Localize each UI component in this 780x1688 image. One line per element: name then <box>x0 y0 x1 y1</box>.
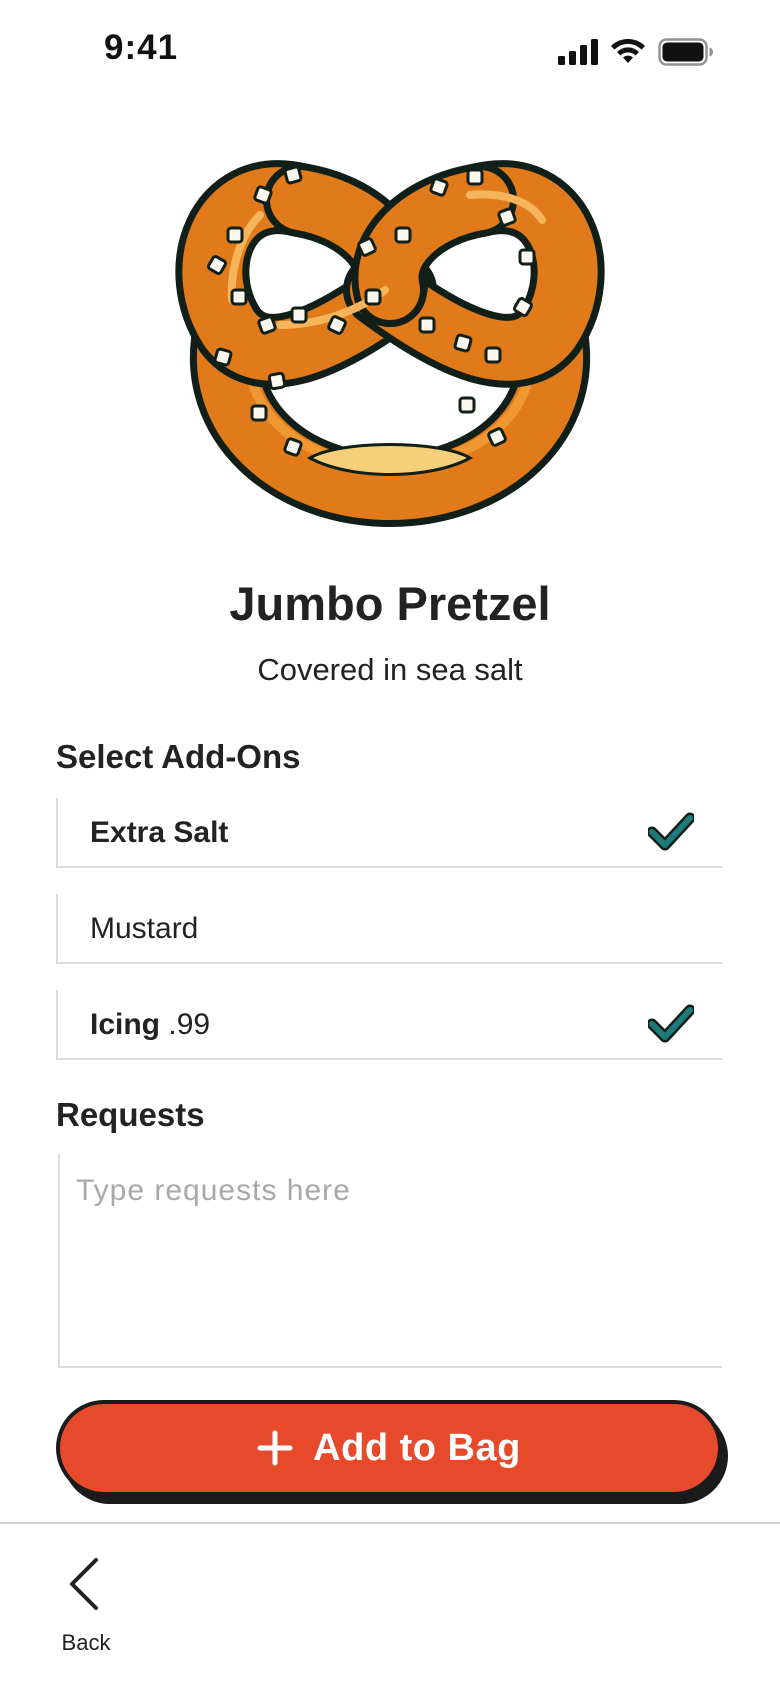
wifi-icon <box>611 39 645 63</box>
addons-heading: Select Add-Ons <box>56 738 301 775</box>
battery-icon <box>658 38 713 66</box>
pretzel-illustration <box>175 160 605 528</box>
cellular-signal-icon <box>558 39 598 65</box>
bottom-divider <box>0 1522 780 1524</box>
back-label: Back <box>61 1630 111 1655</box>
requests-heading: Requests <box>56 1096 205 1133</box>
add-to-bag-label: Add to Bag <box>313 1426 521 1469</box>
addon-row-mustard[interactable]: Mustard <box>56 894 722 964</box>
addon-name: Icing <box>90 1008 161 1041</box>
addon-name: Extra Salt <box>90 816 229 849</box>
product-subtitle: Covered in sea salt <box>257 652 523 687</box>
addon-name: Mustard <box>90 912 199 945</box>
status-bar: 9:41 <box>0 0 780 104</box>
product-title: Jumbo Pretzel <box>229 577 551 630</box>
chevron-left-icon <box>70 1558 98 1610</box>
requests-input[interactable] <box>60 1154 722 1366</box>
requests-field-container <box>58 1154 722 1368</box>
status-icons <box>558 36 714 68</box>
product-image <box>170 140 610 530</box>
back-button[interactable]: Back <box>50 1554 122 1658</box>
addon-price: .99 <box>168 1008 211 1041</box>
plus-icon <box>257 1430 293 1466</box>
addon-row-extra-salt[interactable]: Extra Salt <box>56 798 722 868</box>
add-to-bag-button[interactable]: Add to Bag <box>56 1400 722 1496</box>
status-time: 9:41 <box>104 28 179 67</box>
addon-row-icing[interactable]: Icing .99 <box>56 990 722 1060</box>
checkmark-icon <box>648 812 694 851</box>
checkmark-icon <box>648 1004 694 1043</box>
